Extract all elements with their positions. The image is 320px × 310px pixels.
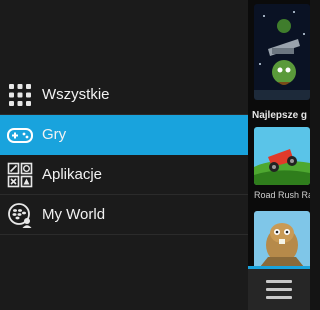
gamepad-icon [7,122,33,148]
featured-game-thumbnail[interactable] [254,4,310,100]
menu-item-my-world[interactable]: My World [0,195,248,235]
content-panel: Najlepsze g Road Rush Ra [248,0,310,310]
category-sidebar: Wszystkie Gry Aplikacje My World [0,0,248,310]
category-menu: Wszystkie Gry Aplikacje My World [0,75,248,235]
game-title: Road Rush Ra [254,190,310,200]
menu-item-label: My World [42,206,106,223]
game-thumbnail[interactable] [254,127,310,185]
action-bar [248,266,310,310]
menu-item-gry[interactable]: Gry [0,115,248,155]
blackberry-world-icon [7,202,33,228]
menu-item-wszystkie[interactable]: Wszystkie [0,75,248,115]
menu-item-label: Aplikacje [42,166,103,183]
menu-item-aplikacje[interactable]: Aplikacje [0,155,248,195]
menu-item-label: Gry [42,126,67,143]
menu-item-label: Wszystkie [42,86,110,103]
section-title: Najlepsze g [252,110,308,121]
apps-icon [7,162,33,188]
all-grid-icon [7,82,33,108]
game-thumbnail[interactable] [254,211,310,269]
hamburger-menu-icon[interactable] [266,280,292,300]
